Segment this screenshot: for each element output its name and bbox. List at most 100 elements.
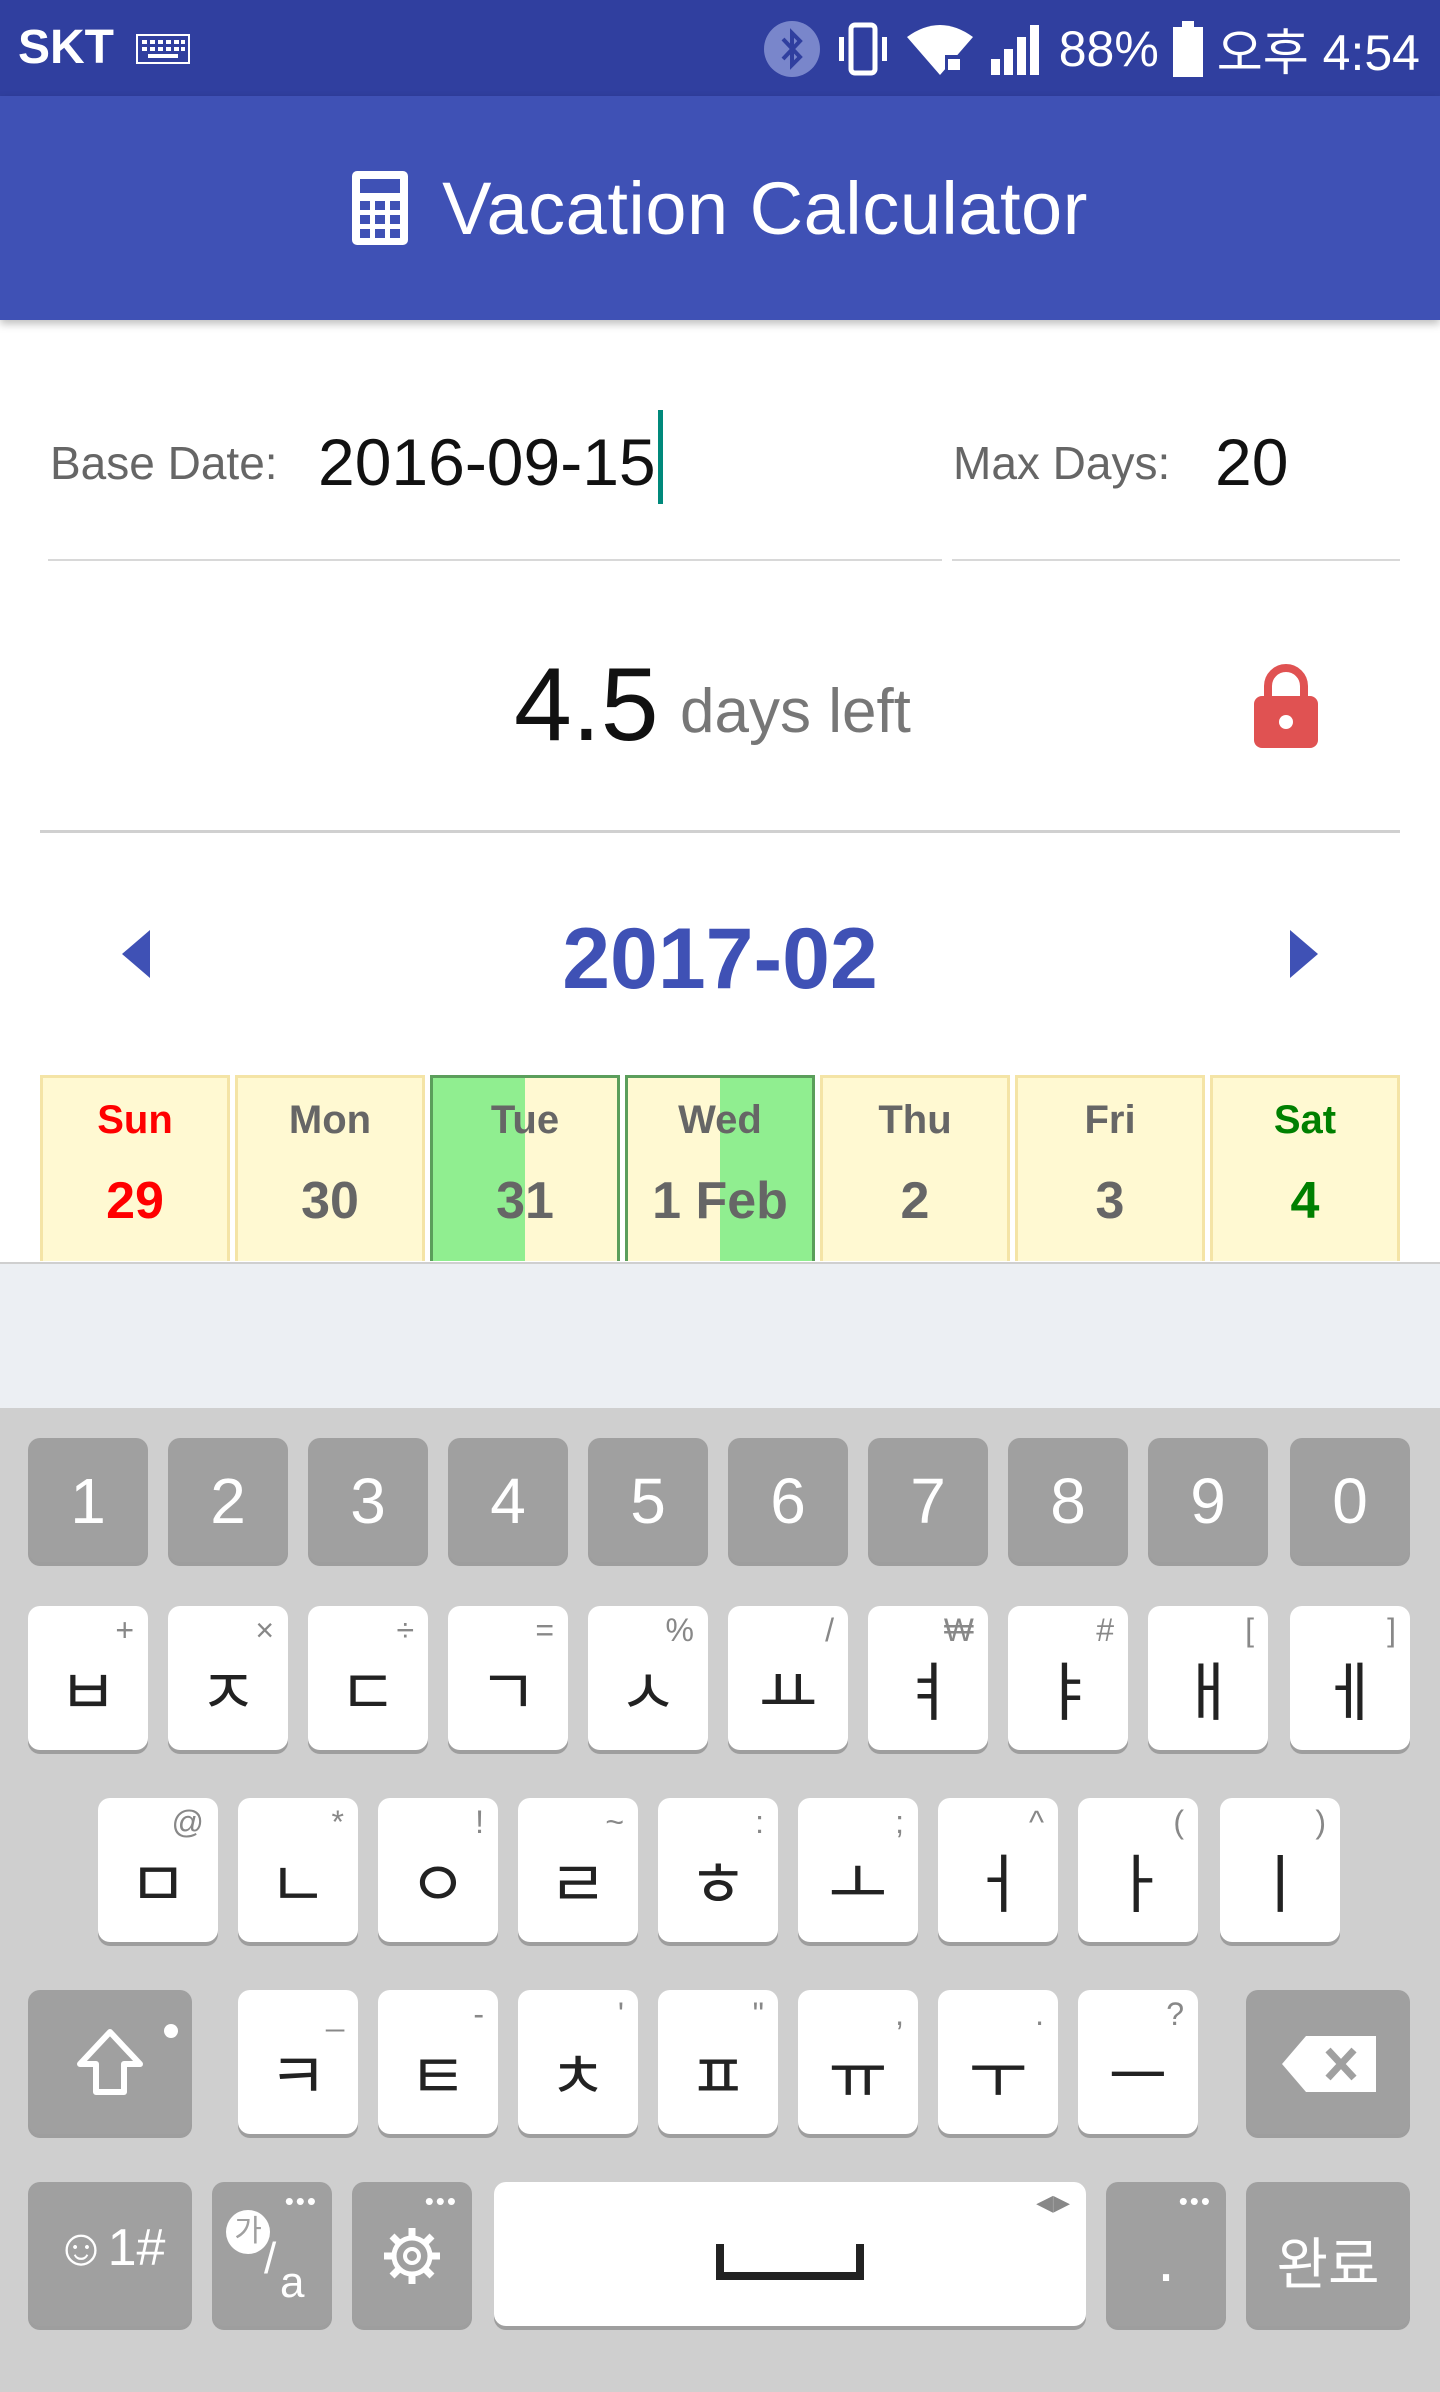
key-kieuk[interactable]: _ ㅋ (238, 1990, 358, 2134)
battery-icon (1172, 21, 1203, 77)
status-bar: SKT 88% 오후 4:54 (0, 0, 1440, 96)
key-rieul[interactable]: ~ ㄹ (518, 1798, 638, 1942)
day-date: 4 (1290, 1172, 1320, 1230)
day-date: 30 (301, 1172, 359, 1230)
day-date: 31 (496, 1172, 554, 1230)
key-siot[interactable]: % ㅅ (588, 1606, 708, 1750)
key-pieup[interactable]: " ㅍ (658, 1990, 778, 2134)
key-6[interactable]: 6 (728, 1438, 848, 1562)
calculator-icon (352, 171, 409, 245)
wifi-icon (906, 25, 973, 75)
more-dots-icon: ••• (284, 2186, 318, 2216)
space-key[interactable]: ◀▶ (494, 2182, 1086, 2326)
calendar-day-mon[interactable]: Mon 30 (235, 1075, 425, 1261)
key-eu[interactable]: ? ㅡ (1078, 1990, 1198, 2134)
key-eo[interactable]: ^ ㅓ (938, 1798, 1058, 1942)
base-date-label: Base Date: (50, 437, 278, 489)
cursor-arrows-icon: ◀▶ (1036, 2190, 1070, 2215)
battery-percent: 88% (1058, 21, 1159, 77)
carrier-label: SKT (18, 21, 114, 74)
keyboard-icon (136, 34, 190, 64)
done-key[interactable]: 완료 (1246, 2182, 1410, 2326)
shift-indicator-dot (164, 2024, 178, 2038)
day-date: 29 (106, 1172, 164, 1230)
app-title: Vacation Calculator (442, 166, 1088, 250)
calendar-day-wed[interactable]: Wed 1 Feb (625, 1075, 815, 1261)
base-date-underline (48, 559, 942, 561)
signal-icon (990, 25, 1039, 75)
day-name: Sat (1273, 1098, 1337, 1142)
calendar-day-tue[interactable]: Tue 31 (430, 1075, 620, 1261)
period-key[interactable]: ••• . (1106, 2182, 1226, 2326)
max-days-underline (952, 559, 1400, 561)
more-dots-icon: ••• (1178, 2186, 1212, 2216)
calendar-week-row: Sun 29 Mon 30 Tue 31 Wed 1 Feb Thu 2 Fri… (40, 1075, 1400, 1261)
key-0[interactable]: 0 (1290, 1438, 1410, 1562)
day-name: Mon (288, 1098, 372, 1142)
summary-divider (40, 830, 1400, 833)
calendar-day-fri[interactable]: Fri 3 (1015, 1075, 1205, 1261)
day-name: Fri (1084, 1098, 1136, 1142)
day-name: Sun (97, 1098, 173, 1142)
emoji-symbol-key[interactable]: ☺1# (28, 2182, 192, 2326)
key-8[interactable]: 8 (1008, 1438, 1128, 1562)
key-u[interactable]: .ㅜ (938, 1990, 1058, 2134)
key-7[interactable]: 7 (868, 1438, 988, 1562)
settings-key[interactable]: ••• (352, 2182, 472, 2326)
key-bieup[interactable]: + ㅂ (28, 1606, 148, 1750)
more-dots-icon: ••• (424, 2186, 458, 2216)
key-5[interactable]: 5 (588, 1438, 708, 1562)
key-ya[interactable]: # ㅑ (1008, 1606, 1128, 1750)
clock: 오후 4:54 (1216, 25, 1420, 81)
day-name: Tue (490, 1098, 560, 1142)
key-i[interactable]: ) ㅣ (1220, 1798, 1340, 1942)
key-4[interactable]: 4 (448, 1438, 568, 1562)
key-jieut[interactable]: × ㅈ (168, 1606, 288, 1750)
key-o[interactable]: ; ㅗ (798, 1798, 918, 1942)
month-title: 2017-02 (562, 911, 878, 1007)
key-ieung[interactable]: ! ㅇ (378, 1798, 498, 1942)
key-giyeok[interactable]: = ㄱ (448, 1606, 568, 1750)
key-e[interactable]: ] ㅔ (1290, 1606, 1410, 1750)
key-yo[interactable]: / ㅛ (728, 1606, 848, 1750)
key-hieut[interactable]: :ㅎ (658, 1798, 778, 1942)
day-date: 3 (1095, 1172, 1125, 1230)
calendar-day-thu[interactable]: Thu 2 (820, 1075, 1010, 1261)
key-yu[interactable]: ,ㅠ (798, 1990, 918, 2134)
soft-keyboard: 1 2 3 4 5 6 7 8 9 0 + ㅂ × ㅈ ÷ ㄷ = ㄱ % ㅅ / ㅛ ₩ ㅕ… (0, 1408, 1440, 2392)
max-days-label: Max Days: (953, 437, 1171, 489)
key-tieut[interactable]: -ㅌ (378, 1990, 498, 2134)
keyboard-suggestion-strip (0, 1262, 1440, 1410)
calendar-day-sat[interactable]: Sat 4 (1210, 1075, 1400, 1261)
calendar-day-sun[interactable]: Sun 29 (40, 1075, 230, 1261)
gear-icon (384, 2228, 440, 2284)
key-2[interactable]: 2 (168, 1438, 288, 1562)
vibrate-icon (838, 22, 887, 76)
key-chieut[interactable]: ' ㅊ (518, 1990, 638, 2134)
text-cursor (658, 410, 663, 504)
key-yeo[interactable]: ₩ ㅕ (868, 1606, 988, 1750)
key-ae[interactable]: [ㅐ (1148, 1606, 1268, 1750)
app-bar: Vacation Calculator (0, 96, 1440, 320)
key-nieun[interactable]: * ㄴ (238, 1798, 358, 1942)
day-date: 1 Feb (652, 1172, 788, 1230)
key-1[interactable]: 1 (28, 1438, 148, 1562)
max-days-field[interactable]: 20 (1215, 424, 1288, 500)
day-name: Thu (878, 1098, 952, 1142)
backspace-key[interactable] (1246, 1990, 1410, 2134)
key-9[interactable]: 9 (1148, 1438, 1268, 1562)
base-date-field[interactable]: 2016-09-15 (318, 424, 656, 500)
shift-key[interactable] (28, 1990, 192, 2134)
chevron-right-icon[interactable] (1290, 930, 1318, 978)
key-3[interactable]: 3 (308, 1438, 428, 1562)
language-switch-key[interactable]: ••• 가 / a (212, 2182, 332, 2326)
key-mieum[interactable]: @ ㅁ (98, 1798, 218, 1942)
shift-icon (77, 2029, 143, 2095)
space-bar-icon (716, 2244, 864, 2280)
days-left-value: 4.5 (514, 647, 659, 763)
key-a[interactable]: (ㅏ (1078, 1798, 1198, 1942)
day-name: Wed (678, 1098, 762, 1142)
key-digeut[interactable]: ÷ ㄷ (308, 1606, 428, 1750)
day-date: 2 (900, 1172, 930, 1230)
lock-icon[interactable] (1254, 664, 1318, 748)
